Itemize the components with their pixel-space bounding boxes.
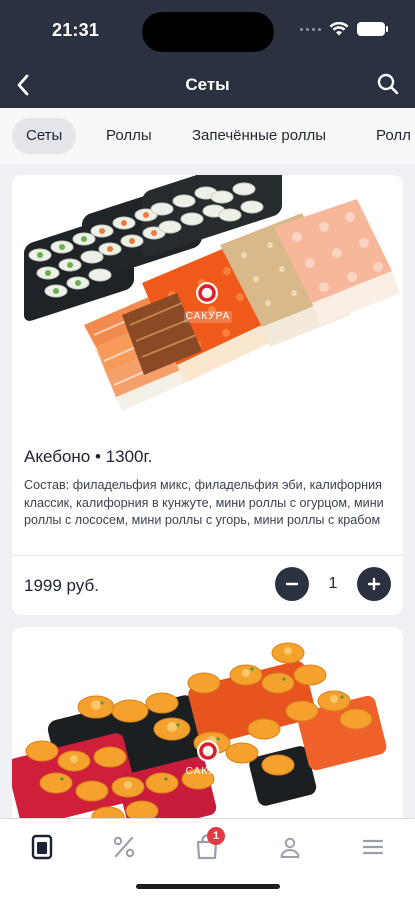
product-image: [12, 633, 403, 833]
tab-baked-rolls[interactable]: Запечённые роллы: [178, 118, 340, 154]
divider: [12, 555, 403, 556]
tab-sets[interactable]: Сеты: [12, 118, 77, 154]
plus-icon: [367, 577, 381, 591]
nav-row: Сеты: [0, 62, 415, 108]
product-name: Акебоно • 1300г.: [24, 447, 153, 466]
percent-icon: [113, 836, 135, 858]
quantity-value: 1: [328, 575, 338, 592]
product-card[interactable]: САКУРА: [12, 627, 403, 847]
menu-card-icon: [31, 834, 53, 860]
tab-rolls-2[interactable]: Ролл: [362, 118, 415, 154]
search-button[interactable]: [373, 69, 403, 99]
tab-rolls[interactable]: Роллы: [92, 118, 166, 154]
sakura-logo: [197, 740, 219, 762]
nav-promotions[interactable]: [104, 829, 144, 865]
profile-icon: [280, 837, 300, 858]
status-bar: 21:31: [0, 0, 415, 62]
nav-more[interactable]: [353, 829, 393, 865]
battery-icon: [357, 22, 388, 36]
search-icon: [377, 73, 399, 95]
status-icons: [300, 22, 388, 36]
signal-icon: [300, 27, 321, 31]
status-time: 21:31: [52, 20, 100, 40]
logo-text: САКУРА: [185, 766, 231, 777]
dynamic-island: [142, 12, 274, 52]
decrease-button[interactable]: [275, 567, 309, 601]
product-description: Состав: филадельфия микс, филадельфия эб…: [24, 478, 384, 527]
nav-profile[interactable]: [270, 829, 310, 865]
product-image: [12, 175, 403, 417]
nav-menu[interactable]: [22, 829, 62, 865]
quantity-stepper: 1: [275, 567, 391, 601]
cart-badge: 1: [207, 827, 225, 845]
product-card[interactable]: САКУРА Акебоно • 1300г. Состав: филадель…: [12, 175, 403, 615]
page-title: Сеты: [185, 75, 230, 94]
logo-text: САКУРА: [185, 311, 231, 322]
top-bar: 21:31 Сеты: [0, 0, 415, 108]
category-tabs: Сеты Роллы Запечённые роллы Ролл: [0, 108, 415, 164]
increase-button[interactable]: [357, 567, 391, 601]
minus-icon: [285, 582, 299, 586]
hamburger-icon: [362, 839, 384, 855]
product-price: 1999 руб.: [24, 576, 99, 595]
home-indicator: [136, 884, 280, 889]
wifi-icon: [329, 22, 349, 36]
nav-cart[interactable]: 1: [187, 827, 227, 865]
